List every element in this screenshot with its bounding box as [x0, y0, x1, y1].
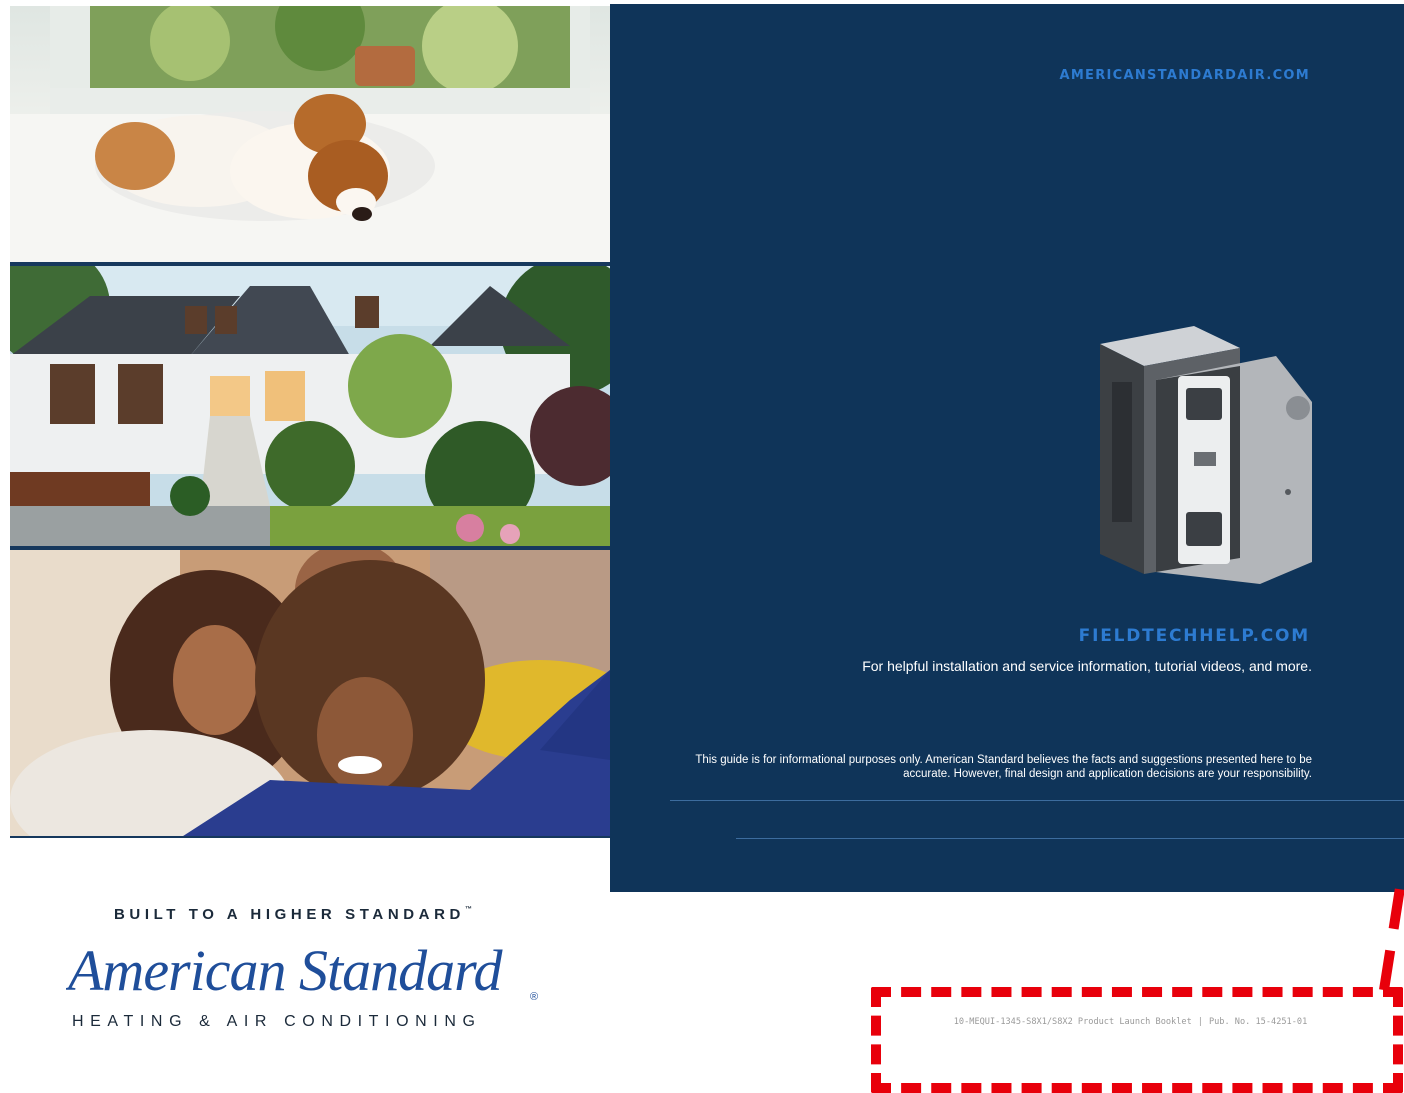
brand-tagline: BUILT TO A HIGHER STANDARD™	[114, 906, 472, 923]
highlight-box	[871, 987, 1403, 1093]
furnace-product-image	[1100, 326, 1312, 584]
highlight-corner	[1379, 887, 1404, 990]
brand-subline: HEATING & AIR CONDITIONING	[72, 1013, 482, 1030]
american-standard-logo: American Standard ®	[66, 938, 538, 1003]
photo-divider	[10, 836, 610, 838]
fieldtech-link[interactable]: FIELDTECHHELP.COM	[1079, 626, 1310, 646]
trademark-mark: ™	[464, 906, 472, 913]
back-cover-panel: AMERICANSTANDARDAIR.COM FIELDTECHHELP.CO…	[610, 4, 1404, 892]
divider-rule	[736, 838, 1404, 839]
website-link[interactable]: AMERICANSTANDARDAIR.COM	[1059, 68, 1310, 83]
family-photo	[10, 550, 610, 838]
disclaimer-text: This guide is for informational purposes…	[695, 754, 1312, 780]
brand-wordmark: American Standard	[66, 938, 504, 1003]
puppy-photo	[10, 6, 610, 262]
registered-mark: ®	[530, 991, 538, 1003]
fieldtech-description: For helpful installation and service inf…	[862, 658, 1312, 674]
divider-rule	[670, 800, 1404, 801]
house-photo	[10, 266, 610, 546]
